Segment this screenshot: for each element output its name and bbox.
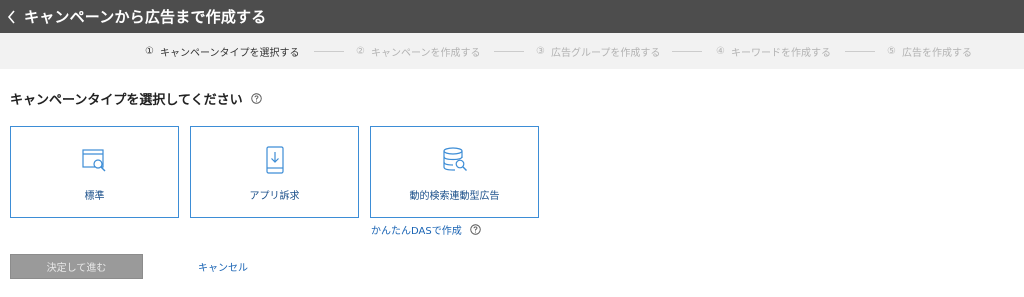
app-download-icon (265, 146, 284, 174)
step-number: ① (145, 45, 154, 57)
das-link-text[interactable]: かんたんDASで作成 (371, 222, 462, 237)
help-icon[interactable] (250, 93, 262, 104)
step-divider (494, 51, 524, 52)
step-1: ① キャンペーンタイプを選択する (145, 33, 299, 69)
step-divider (314, 51, 344, 52)
page-title: キャンペーンから広告まで作成する (24, 8, 267, 26)
step-label: キーワードを作成する (730, 47, 831, 59)
help-icon[interactable] (469, 224, 481, 235)
database-search-icon (442, 147, 467, 171)
card-label: アプリ訴求 (249, 191, 300, 202)
step-divider (845, 51, 875, 52)
card-label: 動的検索連動型広告 (409, 191, 500, 202)
campaign-type-dynamic-search-card[interactable]: 動的検索連動型広告 (370, 126, 539, 218)
card-label: 標準 (84, 191, 105, 202)
campaign-type-standard-card[interactable]: 標準 (10, 126, 179, 218)
step-label: キャンペーンタイプを選択する (159, 47, 300, 59)
step-3: ③ 広告グループを作成する (536, 33, 660, 69)
step-label: キャンペーンを作成する (370, 47, 481, 59)
campaign-type-app-card[interactable]: アプリ訴求 (190, 126, 359, 218)
back-button[interactable] (2, 0, 22, 33)
chevron-left-icon (7, 9, 15, 24)
step-number: ⑤ (887, 45, 896, 57)
easy-das-link[interactable]: かんたんDASで作成 (371, 222, 481, 237)
step-number: ④ (716, 45, 725, 57)
step-label: 広告グループを作成する (550, 47, 661, 59)
step-number: ② (356, 45, 365, 57)
step-4: ④ キーワードを作成する (716, 33, 831, 69)
step-number: ③ (536, 45, 545, 57)
submit-button[interactable]: 決定して進む (10, 254, 143, 279)
section-title-text: キャンペーンタイプを選択してください (10, 93, 243, 108)
step-label: 広告を作成する (901, 47, 972, 59)
header-bar: キャンペーンから広告まで作成する (0, 0, 1024, 33)
section-heading: キャンペーンタイプを選択してください (10, 89, 262, 108)
step-progress-bar: ① キャンペーンタイプを選択する ② キャンペーンを作成する ③ 広告グループを… (0, 33, 1024, 69)
search-window-icon (81, 149, 105, 172)
step-2: ② キャンペーンを作成する (356, 33, 480, 69)
step-divider (672, 51, 702, 52)
cancel-link[interactable]: キャンセル (198, 254, 248, 279)
step-5: ⑤ 広告を作成する (887, 33, 972, 69)
